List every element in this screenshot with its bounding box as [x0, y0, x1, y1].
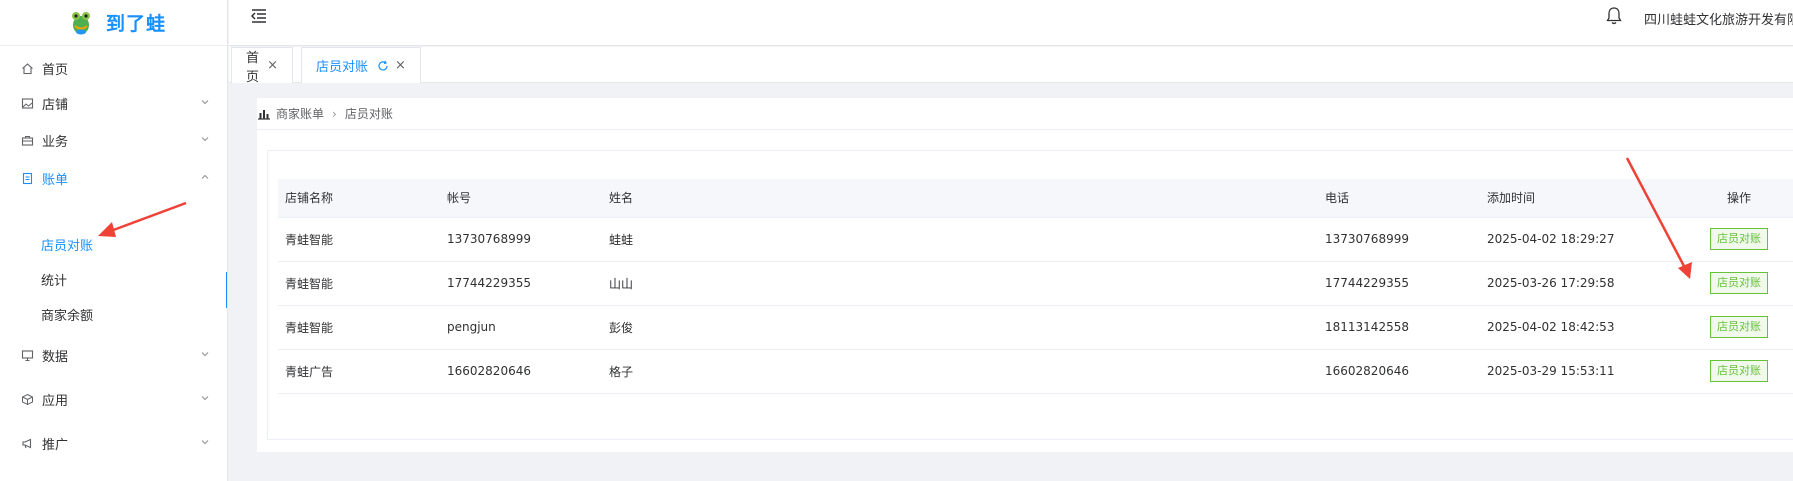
- menu-fold-icon[interactable]: [249, 6, 269, 26]
- chevron-down-icon: [201, 352, 209, 357]
- sidebar: 到了蛙 首页 店铺 业务 账单 店员对账 统计 商家余额 数据 应用 推广: [0, 0, 228, 481]
- col-account: 帐号: [440, 179, 602, 218]
- cell-phone: 17744229355: [1318, 261, 1480, 306]
- cell-account: pengjun: [440, 305, 602, 350]
- close-icon[interactable]: ×: [395, 58, 406, 73]
- reconcile-button[interactable]: 店员对账: [1710, 272, 1768, 294]
- bar-chart-icon: [258, 109, 270, 120]
- col-name: 姓名: [602, 179, 1318, 218]
- col-shop-name: 店铺名称: [278, 179, 440, 218]
- col-added-time: 添加时间: [1480, 179, 1660, 218]
- cell-shop: 青蛙智能: [278, 261, 440, 306]
- chevron-down-icon: [201, 137, 209, 142]
- main-content: 商家账单 › 店员对账 店铺名称 帐号 姓名 电话 添加时间 操作 青蛙智能 1…: [257, 98, 1793, 452]
- table-row: 青蛙广告 16602820646 格子 16602820646 2025-03-…: [278, 349, 1793, 394]
- monitor-icon: [20, 348, 34, 362]
- cell-name: 山山: [602, 261, 1318, 306]
- cell-name: 格子: [602, 349, 1318, 394]
- sidebar-item-label: 活动: [42, 478, 68, 481]
- cell-phone: 18113142558: [1318, 305, 1480, 350]
- cell-time: 2025-03-29 15:53:11: [1480, 349, 1660, 394]
- chevron-down-icon: [201, 100, 209, 105]
- cell-actions: 店员对账: [1660, 217, 1793, 262]
- sidebar-item-label: 账单: [42, 172, 69, 188]
- cell-shop: 青蛙智能: [278, 217, 440, 262]
- cube-icon: [20, 392, 34, 406]
- document-icon: [20, 171, 34, 185]
- app-name: 到了蛙: [106, 13, 167, 35]
- briefcase-icon: [20, 133, 34, 147]
- top-header: 四川蛙蛙文化旅游开发有限公司: [229, 0, 1793, 46]
- sidebar-item-promotion[interactable]: 推广: [0, 425, 227, 461]
- sidebar-item-data[interactable]: 数据: [0, 337, 227, 373]
- cell-time: 2025-04-02 18:42:53: [1480, 305, 1660, 350]
- cell-time: 2025-04-02 18:29:27: [1480, 217, 1660, 262]
- chevron-down-icon: [201, 396, 209, 401]
- breadcrumb-parent[interactable]: 商家账单: [276, 105, 324, 122]
- sidebar-item-label: 推广: [42, 437, 69, 453]
- cell-name: 彭俊: [602, 305, 1318, 350]
- sidebar-subitem-statistics[interactable]: 统计: [0, 263, 227, 295]
- tab-clerk-reconciliation[interactable]: 店员对账 ×: [301, 47, 421, 83]
- sidebar-item-label: 应用: [42, 393, 69, 409]
- sidebar-item-home[interactable]: 首页: [0, 50, 227, 86]
- sidebar-item-label: 数据: [42, 349, 69, 365]
- cell-phone: 16602820646: [1318, 349, 1480, 394]
- breadcrumb: 商家账单 › 店员对账: [257, 98, 1793, 130]
- home-icon: [20, 61, 34, 75]
- tab-home[interactable]: 首页 ×: [231, 47, 293, 85]
- col-actions: 操作: [1660, 179, 1793, 218]
- cell-name: 蛙蛙: [602, 217, 1318, 262]
- cell-time: 2025-03-26 17:29:58: [1480, 261, 1660, 306]
- table-row: 青蛙智能 pengjun 彭俊 18113142558 2025-04-02 1…: [278, 305, 1793, 350]
- cell-shop: 青蛙智能: [278, 305, 440, 350]
- reconcile-button[interactable]: 店员对账: [1710, 228, 1768, 250]
- reconcile-button[interactable]: 店员对账: [1710, 316, 1768, 338]
- cell-phone: 13730768999: [1318, 217, 1480, 262]
- image-icon: [20, 96, 34, 110]
- chevron-down-icon: [201, 440, 209, 445]
- table-header-row: 店铺名称 帐号 姓名 电话 添加时间 操作: [278, 179, 1793, 218]
- refresh-icon[interactable]: [377, 60, 389, 72]
- sidebar-item-label: 店铺: [42, 97, 69, 113]
- cell-account: 17744229355: [440, 261, 602, 306]
- side-menu: 首页 店铺 业务 账单 店员对账 统计 商家余额 数据 应用 推广: [0, 46, 227, 481]
- frog-logo-icon: [72, 11, 90, 34]
- sidebar-item-label: 业务: [42, 134, 69, 150]
- table-card: 店铺名称 帐号 姓名 电话 添加时间 操作 青蛙智能 13730768999 蛙…: [267, 150, 1793, 440]
- reconcile-button[interactable]: 店员对账: [1710, 360, 1768, 382]
- table-row: 青蛙智能 17744229355 山山 17744229355 2025-03-…: [278, 261, 1793, 306]
- tab-label: 首页: [246, 50, 260, 85]
- cell-account: 16602820646: [440, 349, 602, 394]
- sidebar-item-activity[interactable]: 活动: [0, 469, 227, 481]
- clerk-table: 店铺名称 帐号 姓名 电话 添加时间 操作 青蛙智能 13730768999 蛙…: [278, 179, 1793, 394]
- sidebar-item-bill[interactable]: 账单: [0, 160, 227, 196]
- sidebar-item-label: 首页: [42, 62, 69, 78]
- chevron-up-icon: [201, 174, 209, 179]
- breadcrumb-current: 店员对账: [344, 107, 393, 121]
- bell-icon[interactable]: [1605, 6, 1623, 26]
- sidebar-subitem-clerk-reconciliation[interactable]: 店员对账: [0, 228, 227, 260]
- cell-account: 13730768999: [440, 217, 602, 262]
- col-phone: 电话: [1318, 179, 1480, 218]
- company-name[interactable]: 四川蛙蛙文化旅游开发有限公司: [1644, 9, 1793, 28]
- tab-label: 店员对账: [316, 60, 369, 75]
- table-row: 青蛙智能 13730768999 蛙蛙 13730768999 2025-04-…: [278, 217, 1793, 262]
- close-icon[interactable]: ×: [267, 58, 278, 73]
- tab-bar: 首页 × 店员对账 ×: [229, 47, 1793, 85]
- cell-actions: 店员对账: [1660, 261, 1793, 306]
- logo[interactable]: 到了蛙: [0, 0, 227, 46]
- active-indicator: [226, 272, 227, 308]
- sidebar-item-shop[interactable]: 店铺: [0, 85, 227, 121]
- cell-actions: 店员对账: [1660, 305, 1793, 350]
- megaphone-icon: [20, 436, 34, 450]
- sidebar-subitem-merchant-balance[interactable]: 商家余额: [0, 298, 227, 330]
- sidebar-item-apps[interactable]: 应用: [0, 381, 227, 417]
- breadcrumb-separator: ›: [332, 106, 337, 121]
- cell-actions: 店员对账: [1660, 349, 1793, 394]
- cell-shop: 青蛙广告: [278, 349, 440, 394]
- sidebar-item-business[interactable]: 业务: [0, 122, 227, 158]
